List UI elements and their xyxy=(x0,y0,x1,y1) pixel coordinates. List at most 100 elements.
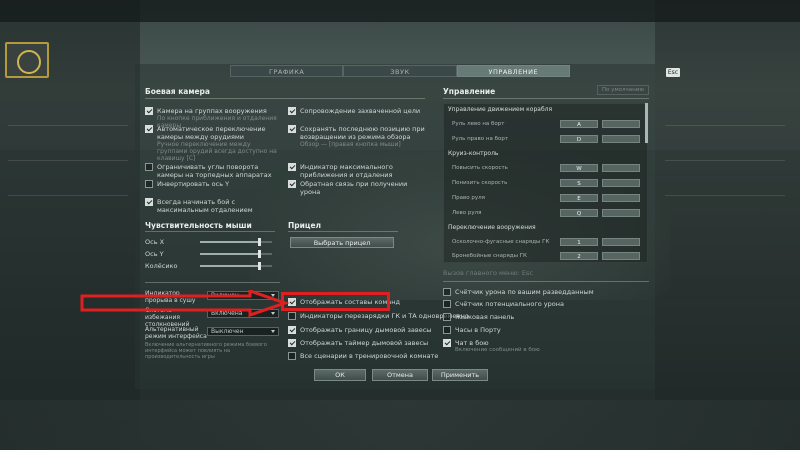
keybind-alt-key[interactable] xyxy=(602,164,640,172)
select-crosshair-button[interactable]: Выбрать прицел xyxy=(290,237,394,248)
slider-axis-y-knob[interactable] xyxy=(258,250,262,258)
section-title-crosshair: Прицел xyxy=(288,221,322,230)
keybind-scrollbar[interactable] xyxy=(645,103,648,143)
slider-axis-y[interactable] xyxy=(200,250,272,258)
keybind-key[interactable]: E xyxy=(560,194,598,202)
keybind-alt-key[interactable] xyxy=(602,252,640,260)
keybind-group-movement: Управление движением корабля xyxy=(448,106,553,113)
label-training-scenarios: Все сценарии в тренировочной комнате xyxy=(300,352,439,360)
close-esc-button[interactable]: Esc xyxy=(666,68,680,77)
hint-save-position: Обзор — [правая кнопка мыши] xyxy=(300,141,401,148)
keybind-key[interactable]: Q xyxy=(560,209,598,217)
checkbox-language-panel[interactable] xyxy=(443,313,451,321)
clan-emblem-icon xyxy=(5,42,49,78)
checkbox-auto-switch-camera[interactable] xyxy=(145,125,153,133)
keybind-alt-key[interactable] xyxy=(602,179,640,187)
label-battle-chat: Чат в бою xyxy=(455,339,489,347)
keybind-key[interactable]: D xyxy=(560,135,598,143)
checkbox-port-clock[interactable] xyxy=(443,326,451,334)
section-divider xyxy=(443,281,649,282)
label-port-clock: Часы в Порту xyxy=(455,326,501,334)
label-limit-torpedo-angles: Ограничивать углы поворота камеры на тор… xyxy=(157,163,272,179)
keybind-name: Осколочно-фугасные снаряды ГК xyxy=(452,239,550,245)
label-axis-y: Ось Y xyxy=(145,250,164,258)
keybind-alt-key[interactable] xyxy=(602,120,640,128)
divider xyxy=(8,125,128,126)
checkbox-smoke-border[interactable] xyxy=(288,326,296,334)
label-smoke-border: Отображать границу дымовой завесы xyxy=(300,326,432,334)
checkbox-invert-y[interactable] xyxy=(145,180,153,188)
keybind-key[interactable]: W xyxy=(560,164,598,172)
section-title-mouse: Чувствительность мыши xyxy=(145,221,252,230)
section-divider xyxy=(145,231,275,232)
hint-battle-chat: Включение сообщений в бою xyxy=(455,347,540,353)
ok-button[interactable]: ОК xyxy=(314,369,366,381)
keybind-key[interactable]: 1 xyxy=(560,238,598,246)
tab-graphics[interactable]: ГРАФИКА xyxy=(230,65,344,77)
keybind-name: Повысить скорость xyxy=(452,165,508,171)
dropdown-alt-interface[interactable]: Выключен xyxy=(207,327,279,336)
slider-axis-x-knob[interactable] xyxy=(258,238,262,246)
section-divider xyxy=(145,282,280,283)
keybind-name: Право руля xyxy=(452,195,485,201)
settings-tabs: ГРАФИКА ЗВУК УПРАВЛЕНИЕ xyxy=(230,65,570,77)
keybind-key[interactable]: 2 xyxy=(560,252,598,260)
section-title-camera: Боевая камера xyxy=(145,87,210,96)
checkbox-save-position[interactable] xyxy=(288,125,296,133)
label-max-zoom-start: Всегда начинать бой с максимальным отдал… xyxy=(157,198,253,214)
checkbox-smoke-timer[interactable] xyxy=(288,339,296,347)
tab-sound[interactable]: ЗВУК xyxy=(343,65,457,77)
slider-wheel[interactable] xyxy=(200,262,272,270)
checkbox-limit-torpedo-angles[interactable] xyxy=(145,163,153,171)
checkbox-damage-feedback[interactable] xyxy=(288,180,296,188)
checkbox-camera-groups[interactable] xyxy=(145,107,153,115)
keybind-alt-key[interactable] xyxy=(602,194,640,202)
checkbox-track-target[interactable] xyxy=(288,107,296,115)
main-menu-hint: Вызов главного меню: Esc xyxy=(443,269,533,277)
highlight-box xyxy=(281,292,390,311)
divider xyxy=(8,195,128,196)
highlight-arrow-icon xyxy=(80,290,290,318)
cancel-button[interactable]: Отмена xyxy=(372,369,428,381)
slider-axis-x-fill xyxy=(200,241,260,243)
keybind-name: Руль право на борт xyxy=(452,136,509,142)
checkbox-max-zoom-start[interactable] xyxy=(145,198,153,206)
label-wheel: Колёсико xyxy=(145,262,178,270)
checkbox-scout-damage[interactable] xyxy=(443,288,451,296)
apply-button[interactable]: Применить xyxy=(432,369,488,381)
section-divider xyxy=(443,98,649,99)
checkbox-zoom-indicator[interactable] xyxy=(288,163,296,171)
slider-wheel-fill xyxy=(200,265,260,267)
label-language-panel: Языковая панель xyxy=(455,313,515,321)
label-potential-damage: Счётчик потенциального урона xyxy=(455,300,564,308)
defaults-button[interactable]: По умолчанию xyxy=(597,85,649,95)
keybind-name: Лево руля xyxy=(452,210,482,216)
section-title-controls: Управление xyxy=(443,87,496,96)
slider-axis-y-fill xyxy=(200,253,260,255)
keybind-name: Бронебойные снаряды ГК xyxy=(452,253,527,259)
keybind-group-weapons: Переключение вооружения xyxy=(448,224,536,231)
checkbox-training-scenarios[interactable] xyxy=(288,352,296,360)
label-scout-damage: Счётчик урона по вашим разведданным xyxy=(455,288,594,296)
tab-controls[interactable]: УПРАВЛЕНИЕ xyxy=(456,65,570,77)
divider xyxy=(665,125,785,126)
divider xyxy=(665,195,785,196)
keybind-key[interactable]: S xyxy=(560,179,598,187)
keybind-key[interactable]: A xyxy=(560,120,598,128)
section-divider xyxy=(288,231,398,232)
slider-wheel-knob[interactable] xyxy=(258,262,262,270)
checkbox-potential-damage[interactable] xyxy=(443,300,451,308)
checkbox-battle-chat[interactable] xyxy=(443,339,451,347)
keybind-alt-key[interactable] xyxy=(602,135,640,143)
label-axis-x: Ось X xyxy=(145,238,165,246)
divider xyxy=(665,160,785,161)
label-zoom-indicator: Индикатор максимального приближения и от… xyxy=(300,163,393,179)
slider-axis-x[interactable] xyxy=(200,238,272,246)
section-divider xyxy=(145,98,425,99)
keybind-group-cruise: Круиз-контроль xyxy=(448,150,499,157)
keybind-alt-key[interactable] xyxy=(602,209,640,217)
keybind-alt-key[interactable] xyxy=(602,238,640,246)
label-save-position: Сохранять последнюю позицию при возвраще… xyxy=(300,125,425,141)
hint-auto-switch-camera: Ручное переключение между группами оруди… xyxy=(157,141,277,162)
label-track-target: Сопровождение захваченной цели xyxy=(300,107,421,115)
